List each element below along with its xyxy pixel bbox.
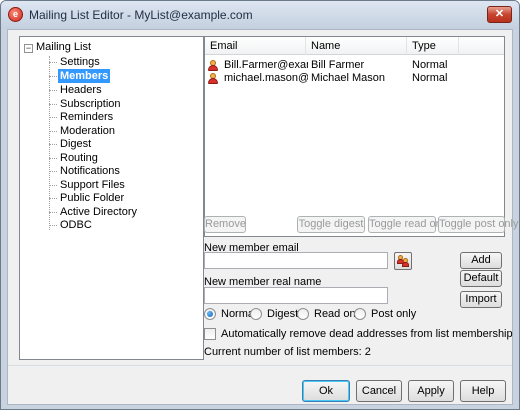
dialog-body: − Mailing List Settings Members Headers … (7, 29, 519, 405)
toggle-post-only-button[interactable]: Toggle post only (438, 216, 519, 233)
tree-connector (49, 90, 57, 91)
default-button[interactable]: Default (460, 270, 502, 287)
tree-connector (49, 185, 57, 186)
tree-connector-line (49, 56, 50, 230)
mailing-list-editor-window: e Mailing List Editor - MyList@example.c… (0, 0, 520, 410)
tree-item-label: Public Folder (60, 192, 125, 204)
column-header-type[interactable]: Type (407, 37, 459, 55)
tree-connector (49, 158, 57, 159)
title-bar[interactable]: e Mailing List Editor - MyList@example.c… (1, 1, 519, 29)
tree-item-label: Notifications (60, 165, 120, 177)
member-row[interactable]: michael.mason@exa... Michael Mason Norma… (205, 72, 504, 85)
member-count-status: Current number of list members: 2 (204, 346, 371, 358)
footer-separator (8, 365, 512, 366)
app-icon: e (8, 7, 23, 22)
tree-connector (49, 144, 57, 145)
member-email: Bill.Farmer@example... (224, 59, 308, 71)
user-icon (208, 73, 218, 84)
tree-item-label: Moderation (60, 125, 116, 137)
window-title: Mailing List Editor - MyList@example.com (29, 8, 253, 22)
remove-button[interactable]: Remove (204, 216, 246, 233)
checkbox-label: Automatically remove dead addresses from… (221, 328, 513, 340)
member-row[interactable]: Bill.Farmer@example... Bill Farmer Norma… (205, 59, 504, 72)
new-member-name-input[interactable] (204, 287, 388, 304)
tree-item-label: Digest (60, 138, 92, 150)
apply-button[interactable]: Apply (408, 380, 454, 402)
tree-connector (49, 104, 57, 105)
tree-item-label: Members (58, 69, 111, 83)
toggle-digest-button[interactable]: Toggle digest (297, 216, 365, 233)
help-button[interactable]: Help (460, 380, 506, 402)
tree-item-label: Settings (60, 56, 100, 68)
member-type: Normal (412, 72, 448, 84)
import-button[interactable]: Import (460, 291, 502, 308)
tree-connector (49, 117, 57, 118)
tree-connector (49, 76, 57, 77)
new-member-email-input[interactable] (204, 252, 388, 269)
tree-connector (49, 212, 57, 213)
radio-circle (354, 308, 366, 320)
user-icon (208, 60, 218, 71)
checkbox-box (204, 328, 216, 340)
tree-item-label: ODBC (60, 219, 92, 231)
close-button[interactable]: ✕ (487, 6, 512, 23)
tree-connector (49, 225, 57, 226)
contacts-icon (402, 258, 409, 268)
radio-circle (297, 308, 309, 320)
cancel-button[interactable]: Cancel (356, 380, 402, 402)
radio-label: Post only (371, 308, 417, 320)
add-button[interactable]: Add (460, 252, 502, 269)
member-name: Bill Farmer (311, 59, 365, 71)
tree-item-label: Subscription (60, 98, 121, 110)
radio-label: Digest (267, 308, 299, 320)
member-name: Michael Mason (311, 72, 385, 84)
tree-item-label: Support Files (60, 179, 125, 191)
tree-item-label: Routing (60, 152, 98, 164)
column-header-name[interactable]: Name (306, 37, 407, 55)
close-icon: ✕ (494, 8, 505, 20)
tree-item-label: Headers (60, 84, 102, 96)
radio-circle (204, 308, 216, 320)
tree-connector (49, 131, 57, 132)
navigation-tree[interactable]: − Mailing List Settings Members Headers … (19, 36, 204, 360)
tree-connector (49, 62, 57, 63)
ok-button[interactable]: Ok (302, 380, 350, 402)
tree-item-label: Reminders (60, 111, 114, 123)
members-list[interactable]: Email Name Type Bill.Farmer@example... B… (204, 36, 505, 237)
collapse-icon[interactable]: − (24, 44, 33, 53)
toggle-read-only-button[interactable]: Toggle read only (368, 216, 450, 233)
tree-connector (49, 171, 57, 172)
tree-item-label: Active Directory (60, 206, 138, 218)
tree-root-label[interactable]: Mailing List (36, 41, 91, 53)
tree-connector (49, 198, 57, 199)
address-book-button[interactable] (394, 252, 412, 270)
members-list-header: Email Name Type (205, 37, 504, 55)
radio-circle (250, 308, 262, 320)
member-email: michael.mason@exa... (224, 72, 308, 84)
column-header-email[interactable]: Email (205, 37, 306, 55)
member-type: Normal (412, 59, 448, 71)
